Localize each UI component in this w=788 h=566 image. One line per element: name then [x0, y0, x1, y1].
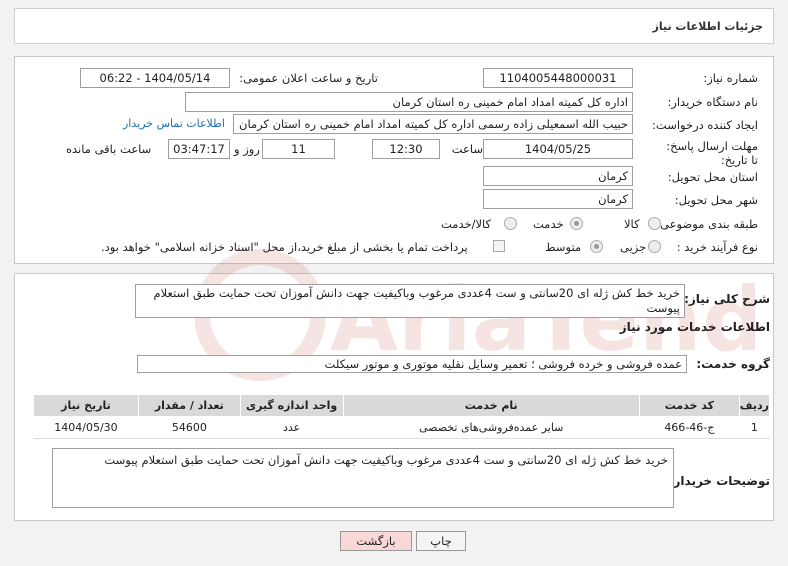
deadline-date-field: 1404/05/25 [483, 139, 633, 159]
treasury-payment-checkbox[interactable] [493, 240, 505, 252]
process-minor-radio[interactable] [648, 240, 661, 253]
category-service-label: خدمت [533, 217, 564, 231]
province-field: کرمان [483, 166, 633, 186]
days-field: 11 [262, 139, 335, 159]
col-unit: واحد اندازه گیری [239, 394, 344, 417]
service-group-field: عمده فروشی و خرده فروشی ؛ تعمیر وسایل نق… [137, 355, 687, 373]
time-label: ساعت [451, 142, 483, 156]
cell-name: سایر عمده‌فروشی‌های تخصصی [343, 416, 640, 439]
city-field: کرمان [483, 189, 633, 209]
category-goods-radio[interactable] [648, 217, 661, 230]
deadline-time-field: 12:30 [372, 139, 440, 159]
cell-qty: 54600 [138, 416, 241, 439]
cell-code: ج-46-466 [639, 416, 740, 439]
contact-buyer-link[interactable]: اطلاعات تماس خریدار [123, 117, 225, 130]
category-both-label: کالا/خدمت [441, 217, 492, 231]
announce-label: تاریخ و ساعت اعلان عمومی: [239, 71, 378, 85]
buyer-notes-label: توضیحات خریدار: [668, 474, 770, 488]
buyer-org-field: اداره کل کمیته امداد امام خمینی ره استان… [185, 92, 633, 112]
remaining-label: ساعت باقی مانده [66, 142, 152, 156]
print-button[interactable]: چاپ [416, 531, 466, 551]
process-minor-label: جزیی [620, 240, 647, 254]
buyer-notes-field: خرید خط کش ژله ای 20سانتی و ست 4عددی مرغ… [52, 448, 674, 508]
city-label: شهر محل تحویل: [674, 193, 758, 207]
category-both-radio[interactable] [504, 217, 517, 230]
buyer-org-label: نام دستگاه خریدار: [667, 95, 758, 109]
creator-field: حبیب الله اسمعیلی زاده رسمی اداره کل کمی… [233, 114, 633, 134]
category-label: طبقه بندی موضوعی: [656, 217, 758, 231]
category-goods-label: کالا [624, 217, 640, 231]
page-title: جزئیات اطلاعات نیاز [652, 20, 764, 33]
col-qty: تعداد / مقدار [137, 394, 241, 417]
announce-field: 1404/05/14 - 06:22 [80, 68, 230, 88]
cell-row: 1 [739, 416, 770, 439]
services-title: اطلاعات خدمات مورد نیاز [619, 320, 770, 334]
process-label: نوع فرآیند خرید : [676, 240, 758, 254]
treasury-payment-note: پرداخت تمام یا بخشی از مبلغ خرید،از محل … [101, 240, 468, 254]
province-label: استان محل تحویل: [667, 170, 758, 184]
col-name: نام خدمت [342, 394, 640, 417]
page-header: جزئیات اطلاعات نیاز [14, 8, 774, 44]
col-date: تاریخ نیاز [33, 394, 139, 417]
col-code: کد خدمت [638, 394, 740, 417]
service-group-label: گروه خدمت: [696, 357, 770, 371]
services-table: ردیف کد خدمت نام خدمت واحد اندازه گیری ت… [33, 394, 771, 439]
process-medium-label: متوسط [545, 240, 582, 254]
table-row: 1 ج-46-466 سایر عمده‌فروشی‌های تخصصی عدد… [33, 416, 770, 439]
col-row: ردیف [738, 394, 771, 417]
need-number-label: شماره نیاز: [703, 71, 758, 85]
cell-date: 1404/05/30 [33, 416, 139, 439]
deadline-label: مهلت ارسال پاسخ: تا تاریخ: [666, 139, 758, 167]
cell-unit: عدد [240, 416, 344, 439]
need-number-field: 1104005448000031 [483, 68, 633, 88]
remaining-time-field: 03:47:17 [168, 139, 230, 159]
creator-label: ایجاد کننده درخواست: [652, 118, 758, 132]
category-service-radio[interactable] [570, 217, 583, 230]
days-label: روز و [234, 142, 260, 156]
summary-label: شرح کلی نیاز: [684, 292, 770, 306]
table-header-row: ردیف کد خدمت نام خدمت واحد اندازه گیری ت… [33, 394, 771, 417]
summary-field: خرید خط کش ژله ای 20سانتی و ست 4عددی مرغ… [135, 284, 685, 318]
process-medium-radio[interactable] [590, 240, 603, 253]
back-button[interactable]: بازگشت [340, 531, 412, 551]
